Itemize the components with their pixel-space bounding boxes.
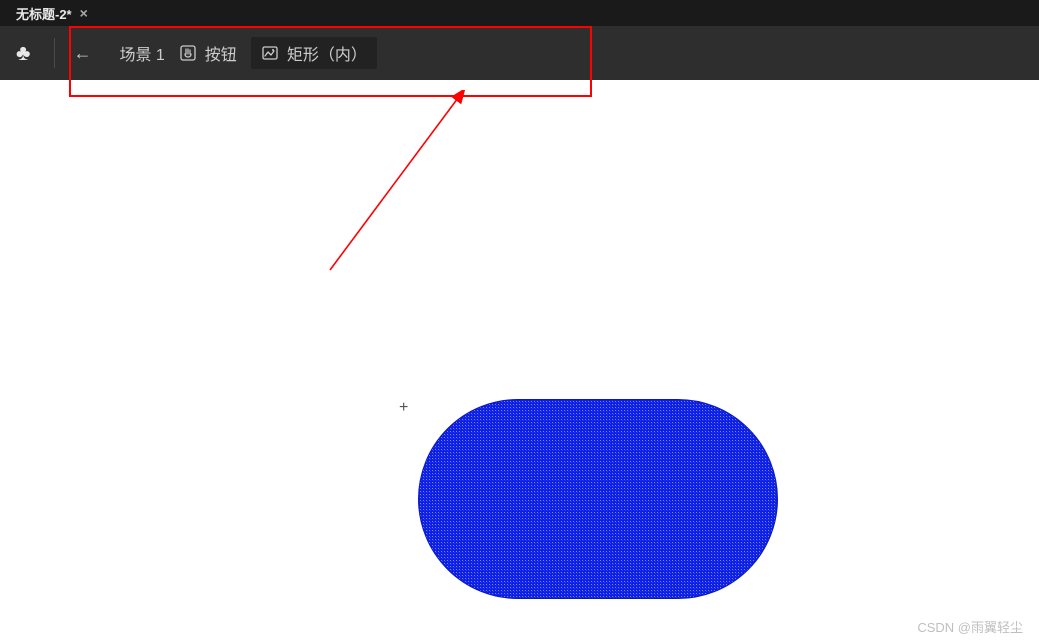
watermark-text: CSDN @雨翼轻尘 [917,617,1023,636]
button-label: 按钮 [205,41,237,65]
rounded-rectangle-shape[interactable] [418,399,778,599]
club-icon[interactable]: ♣ [16,40,30,66]
tab-close-icon[interactable]: × [80,6,88,20]
toolbar: ♣ ← 场景 1 按钮 矩形（内） [0,26,1039,80]
shape-label: 矩形（内） [287,41,367,65]
breadcrumb-shape[interactable]: 矩形（内） [251,37,377,69]
graphic-icon [261,44,279,62]
tab-title: 无标题-2* [16,4,72,23]
registration-mark-icon: + [399,399,408,417]
back-button[interactable]: ← [73,43,91,64]
tab-bar: 无标题-2* × [0,0,1039,26]
hand-icon [179,44,197,62]
toolbar-divider [54,38,55,68]
document-tab[interactable]: 无标题-2* × [10,0,94,27]
breadcrumb-button-symbol[interactable]: 按钮 [179,41,237,65]
scene-label: 场景 1 [119,41,164,65]
breadcrumb-scene[interactable]: 场景 1 [119,41,164,65]
stage-canvas[interactable]: + [0,80,1039,644]
breadcrumb: 场景 1 按钮 矩形（内） [119,37,376,69]
